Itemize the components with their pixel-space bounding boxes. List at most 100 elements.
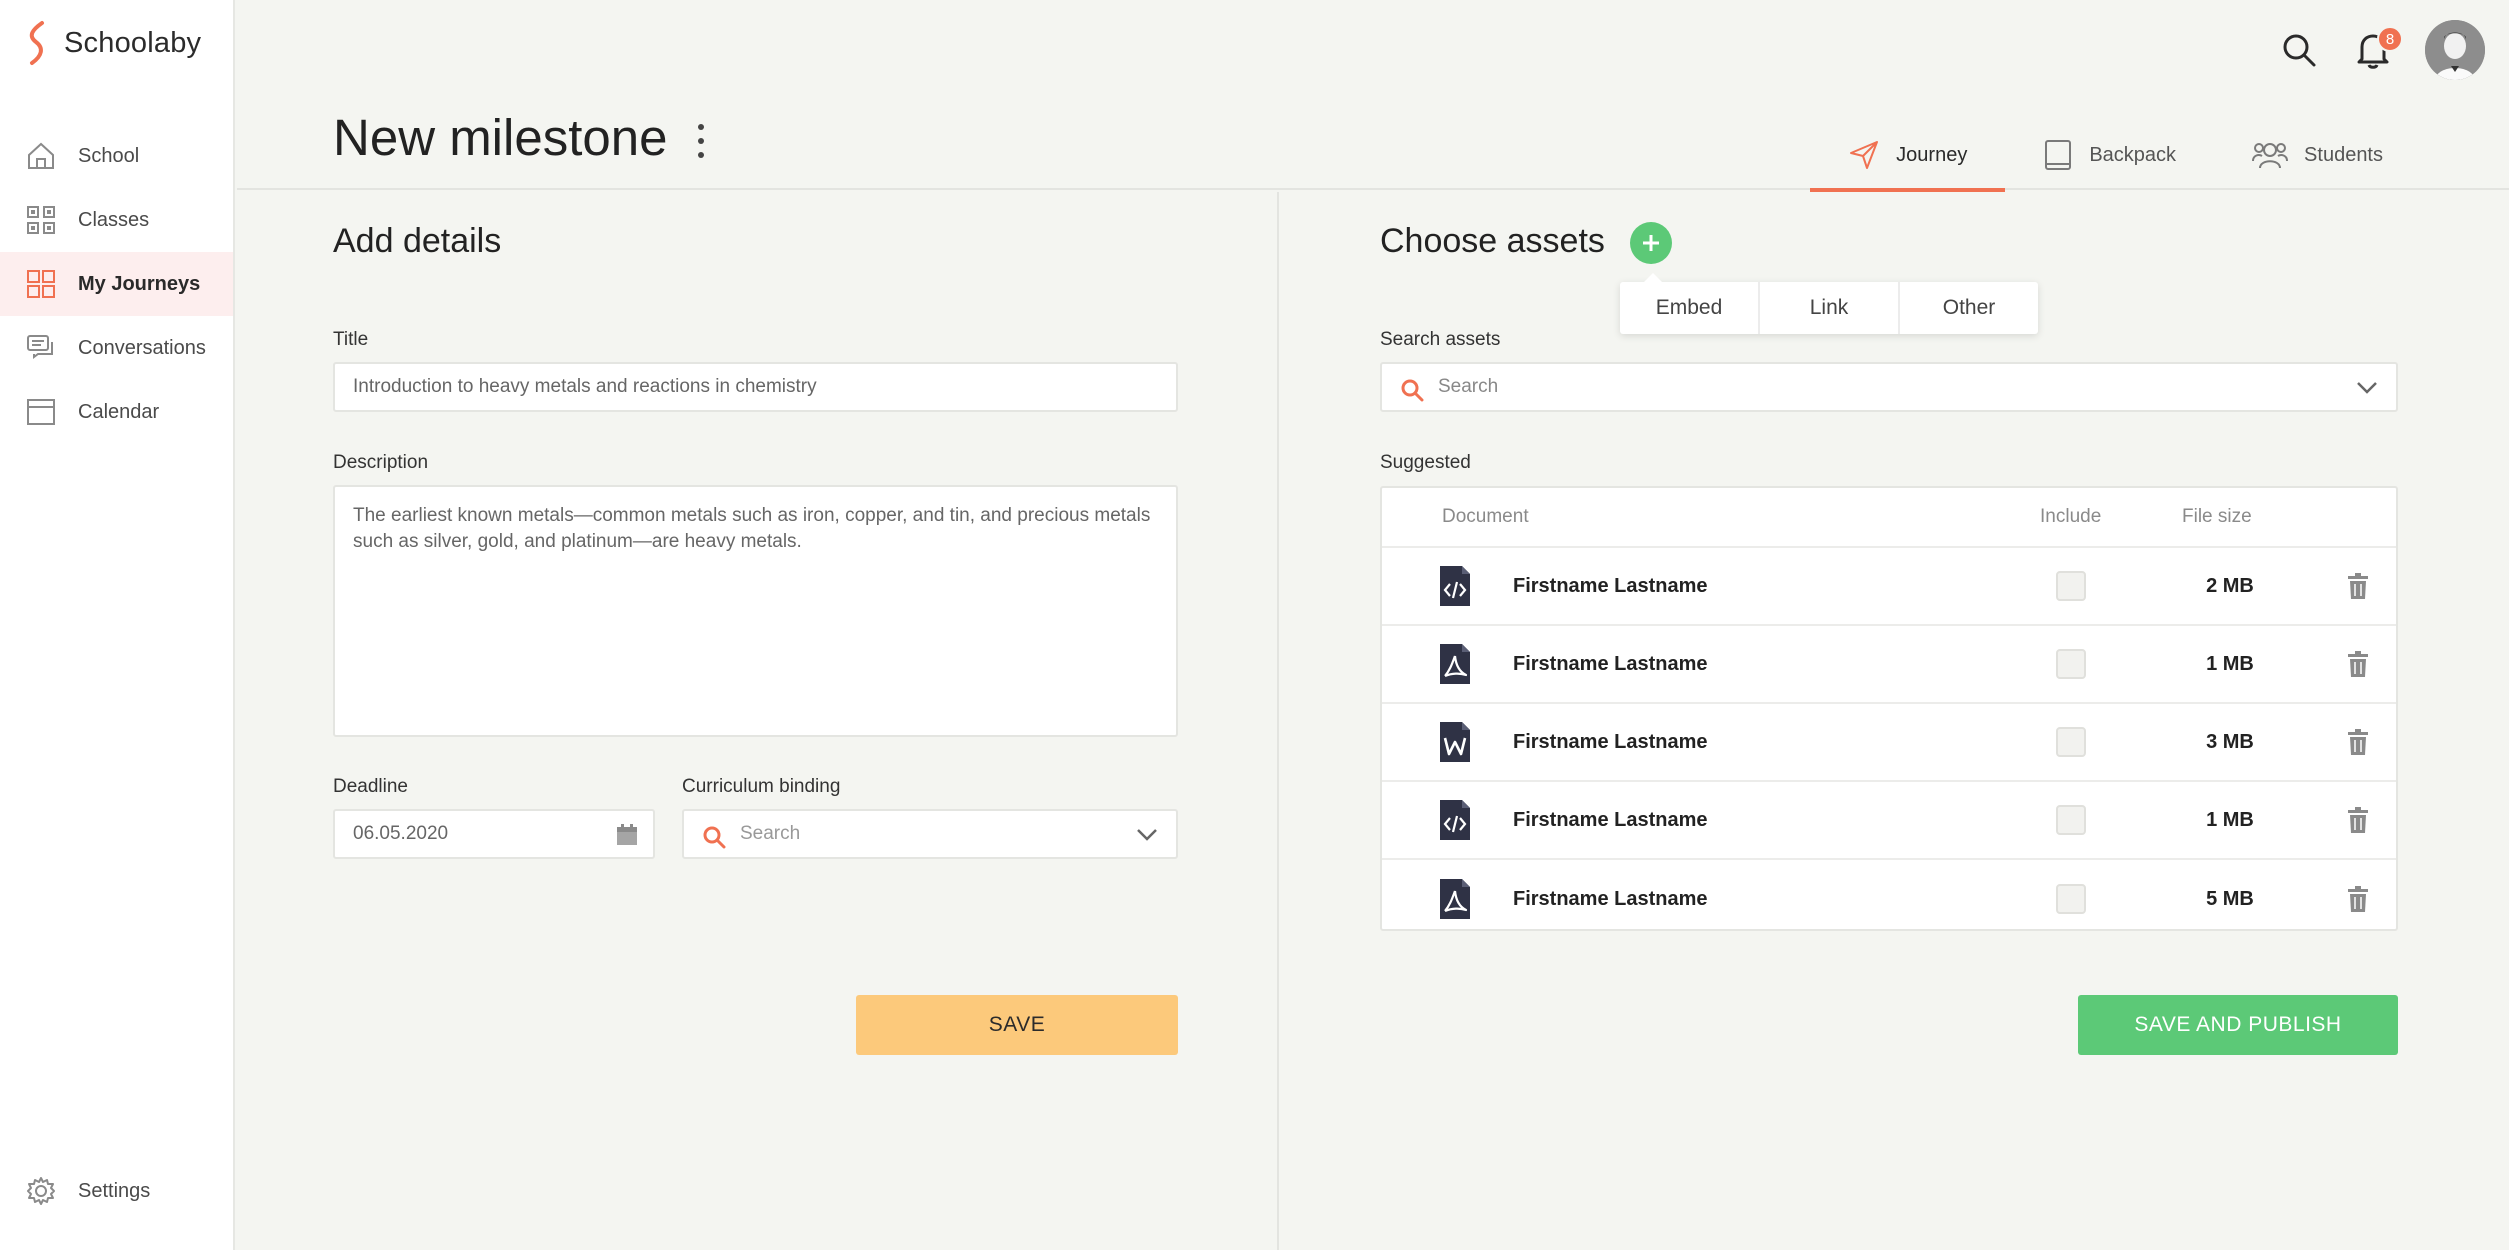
deadline-label: Deadline	[333, 776, 408, 797]
sidebar-item-label: School	[78, 144, 140, 167]
column-include: Include	[2040, 506, 2102, 527]
description-textarea[interactable]: The earliest known metals—common metals …	[333, 485, 1178, 737]
table-row[interactable]: Firstname Lastname 3 MB	[1382, 704, 2396, 782]
page-tabs: Journey Backpack Students	[1810, 120, 2421, 192]
tab-journey[interactable]: Journey	[1810, 120, 2006, 192]
app-name: Schoolaby	[64, 26, 202, 59]
document-name: Firstname Lastname	[1513, 808, 1708, 831]
page-title: New milestone	[333, 109, 668, 166]
sidebar-item-calendar[interactable]: Calendar	[0, 380, 233, 444]
table-row[interactable]: Firstname Lastname 1 MB	[1382, 626, 2396, 704]
title-label: Title	[333, 329, 369, 350]
menu-item-other[interactable]: Other	[1900, 282, 2038, 334]
column-document: Document	[1442, 506, 1529, 527]
assets-table: Document Include File size Firstname Las…	[1380, 486, 2398, 931]
document-name: Firstname Lastname	[1513, 652, 1708, 675]
file-size: 5 MB	[2206, 887, 2254, 910]
search-icon[interactable]	[2277, 28, 2321, 72]
asset-search-placeholder: Search	[1438, 376, 1499, 397]
sidebar-nav: School Classes My Journeys Conversations…	[0, 124, 233, 444]
asset-search-input[interactable]: Search	[1380, 362, 2398, 412]
document-name: Firstname Lastname	[1513, 887, 1708, 910]
trash-icon[interactable]	[2346, 572, 2370, 600]
chevron-down-icon	[1137, 829, 1157, 841]
column-divider	[1277, 192, 1279, 1250]
schoolaby-logo-icon	[29, 21, 44, 65]
sidebar: Schoolaby School Classes My Journeys Con…	[0, 0, 235, 1250]
pdf-file-icon	[1440, 879, 1470, 919]
notification-bell-icon[interactable]: 8	[2351, 26, 2403, 72]
tab-students[interactable]: Students	[2214, 120, 2421, 190]
save-button[interactable]: SAVE	[856, 995, 1178, 1055]
add-asset-menu: Embed Link Other	[1620, 273, 2038, 334]
curriculum-placeholder: Search	[740, 823, 801, 844]
include-checkbox[interactable]	[2056, 805, 2086, 835]
menu-item-link[interactable]: Link	[1760, 282, 1900, 334]
file-size: 1 MB	[2206, 652, 2254, 675]
tab-label: Backpack	[2089, 143, 2177, 166]
plus-icon	[1643, 235, 1659, 251]
sidebar-item-label: Conversations	[78, 336, 206, 359]
title-input[interactable]: Introduction to heavy metals and reactio…	[333, 362, 1178, 412]
save-and-publish-button[interactable]: SAVE AND PUBLISH	[2078, 995, 2398, 1055]
pdf-file-icon	[1440, 644, 1470, 684]
curriculum-select[interactable]: Search	[682, 809, 1178, 859]
include-checkbox[interactable]	[2056, 727, 2086, 757]
journeys-icon	[26, 269, 56, 299]
book-icon	[2045, 140, 2072, 170]
column-file-size: File size	[2182, 506, 2252, 527]
sidebar-item-label: Calendar	[78, 400, 160, 423]
tab-label: Students	[2304, 143, 2383, 166]
sidebar-item-my-journeys[interactable]: My Journeys	[0, 252, 233, 316]
search-icon	[703, 826, 726, 849]
calendar-icon	[26, 397, 56, 427]
notification-badge: 8	[2377, 26, 2403, 52]
description-label: Description	[333, 452, 429, 473]
details-heading: Add details	[333, 222, 502, 260]
logo[interactable]: Schoolaby	[24, 20, 201, 66]
file-size: 1 MB	[2206, 808, 2254, 831]
chevron-down-icon	[2357, 382, 2377, 394]
sidebar-item-conversations[interactable]: Conversations	[0, 316, 233, 380]
users-icon	[2252, 143, 2289, 169]
code-file-icon	[1440, 566, 1470, 606]
table-row[interactable]: Firstname Lastname 5 MB	[1382, 860, 2396, 938]
file-size: 3 MB	[2206, 730, 2254, 753]
table-row[interactable]: Firstname Lastname 2 MB	[1382, 548, 2396, 626]
include-checkbox[interactable]	[2056, 571, 2086, 601]
code-file-icon	[1440, 800, 1470, 840]
home-icon	[26, 141, 56, 171]
sidebar-item-label: My Journeys	[78, 272, 201, 295]
sidebar-item-school[interactable]: School	[0, 124, 233, 188]
deadline-input[interactable]: 06.05.2020	[333, 809, 655, 859]
settings-label: Settings	[78, 1179, 151, 1202]
table-header: Document Include File size	[1382, 488, 2396, 548]
more-options-icon[interactable]	[693, 124, 709, 158]
file-size: 2 MB	[2206, 574, 2254, 597]
calendar-icon[interactable]	[615, 823, 639, 847]
include-checkbox[interactable]	[2056, 649, 2086, 679]
suggested-label: Suggested	[1380, 452, 1471, 473]
trash-icon[interactable]	[2346, 650, 2370, 678]
trash-icon[interactable]	[2346, 806, 2370, 834]
word-file-icon	[1440, 722, 1470, 762]
table-row[interactable]: Firstname Lastname 1 MB	[1382, 782, 2396, 860]
avatar[interactable]	[2425, 20, 2485, 80]
curriculum-label: Curriculum binding	[682, 776, 841, 797]
sidebar-item-classes[interactable]: Classes	[0, 188, 233, 252]
menu-item-embed[interactable]: Embed	[1620, 282, 1760, 334]
trash-icon[interactable]	[2346, 728, 2370, 756]
sidebar-item-label: Classes	[78, 208, 150, 231]
assets-heading: Choose assets	[1380, 222, 1605, 260]
document-name: Firstname Lastname	[1513, 730, 1708, 753]
tab-backpack[interactable]: Backpack	[2005, 120, 2214, 190]
header: New milestone 8 Journey Backpack Student…	[237, 0, 2509, 192]
sidebar-item-settings[interactable]: Settings	[26, 1176, 150, 1206]
search-icon	[1401, 379, 1424, 402]
include-checkbox[interactable]	[2056, 884, 2086, 914]
search-assets-label: Search assets	[1380, 329, 1501, 350]
add-asset-button[interactable]	[1630, 222, 1672, 264]
trash-icon[interactable]	[2346, 885, 2370, 913]
document-name: Firstname Lastname	[1513, 574, 1708, 597]
grid-icon	[26, 205, 56, 235]
